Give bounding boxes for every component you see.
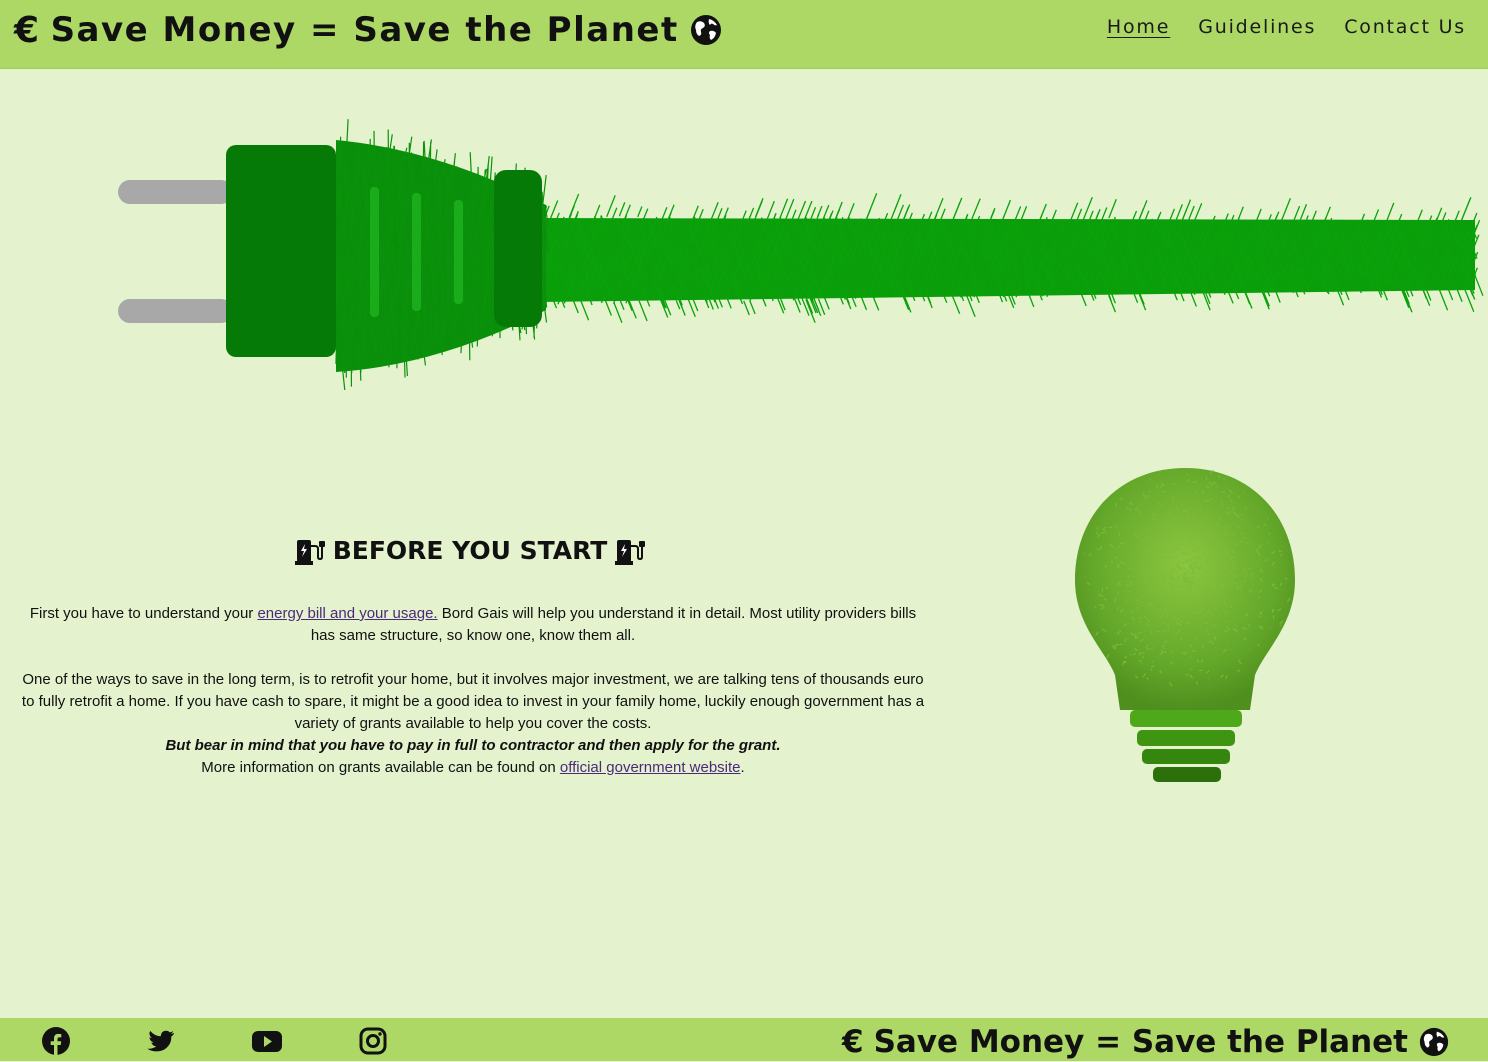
paragraph-grant-warning: But bear in mind that you have to pay in… — [165, 737, 781, 754]
section-heading: BEFORE YOU START — [20, 536, 920, 565]
site-brand[interactable]: € Save Money = Save the Planet — [14, 8, 723, 52]
main-nav: Home Guidelines Contact Us — [1107, 16, 1466, 38]
euro-symbol: € — [841, 1024, 864, 1060]
government-website-link[interactable]: official government website — [560, 759, 741, 776]
facebook-icon[interactable] — [41, 1026, 71, 1056]
plug-body — [226, 145, 336, 357]
plug-prong-top — [118, 180, 233, 204]
brand-title: Save Money = Save the Planet — [50, 10, 679, 50]
footer: € Save Money = Save the Planet — [0, 1018, 1488, 1061]
ev-charging-station-icon — [294, 539, 325, 565]
paragraph-energy-bill: First you have to understand your energy… — [29, 605, 917, 644]
top-navbar: € Save Money = Save the Planet Home Guid… — [0, 0, 1488, 69]
paragraph-more-info: More information on grants available can… — [201, 759, 745, 776]
paragraph-retrofit: One of the ways to save in the long term… — [21, 671, 925, 732]
grass-cable — [540, 192, 1484, 323]
youtube-icon[interactable] — [252, 1026, 282, 1056]
nav-home-link[interactable]: Home — [1107, 16, 1170, 38]
euro-symbol: € — [14, 9, 41, 51]
energy-bill-link[interactable]: energy bill and your usage. — [257, 605, 437, 622]
instagram-icon[interactable] — [358, 1026, 388, 1056]
section-title-text: BEFORE YOU START — [332, 536, 608, 565]
nav-guidelines-link[interactable]: Guidelines — [1198, 16, 1316, 38]
plug-collar — [494, 170, 542, 327]
section-body: First you have to understand your energy… — [20, 603, 926, 779]
globe-icon — [1419, 1027, 1449, 1057]
ev-charging-station-icon — [615, 539, 646, 565]
plug-prong-bottom — [118, 299, 233, 323]
grass-light-bulb-image — [1075, 468, 1295, 782]
twitter-icon[interactable] — [146, 1026, 176, 1056]
hero-grass-plug-image — [118, 119, 1484, 390]
nav-contact-link[interactable]: Contact Us — [1344, 16, 1466, 38]
footer-brand-title: Save Money = Save the Planet — [873, 1024, 1408, 1060]
footer-brand[interactable]: € Save Money = Save the Planet — [842, 1022, 1450, 1062]
globe-icon — [690, 15, 721, 45]
